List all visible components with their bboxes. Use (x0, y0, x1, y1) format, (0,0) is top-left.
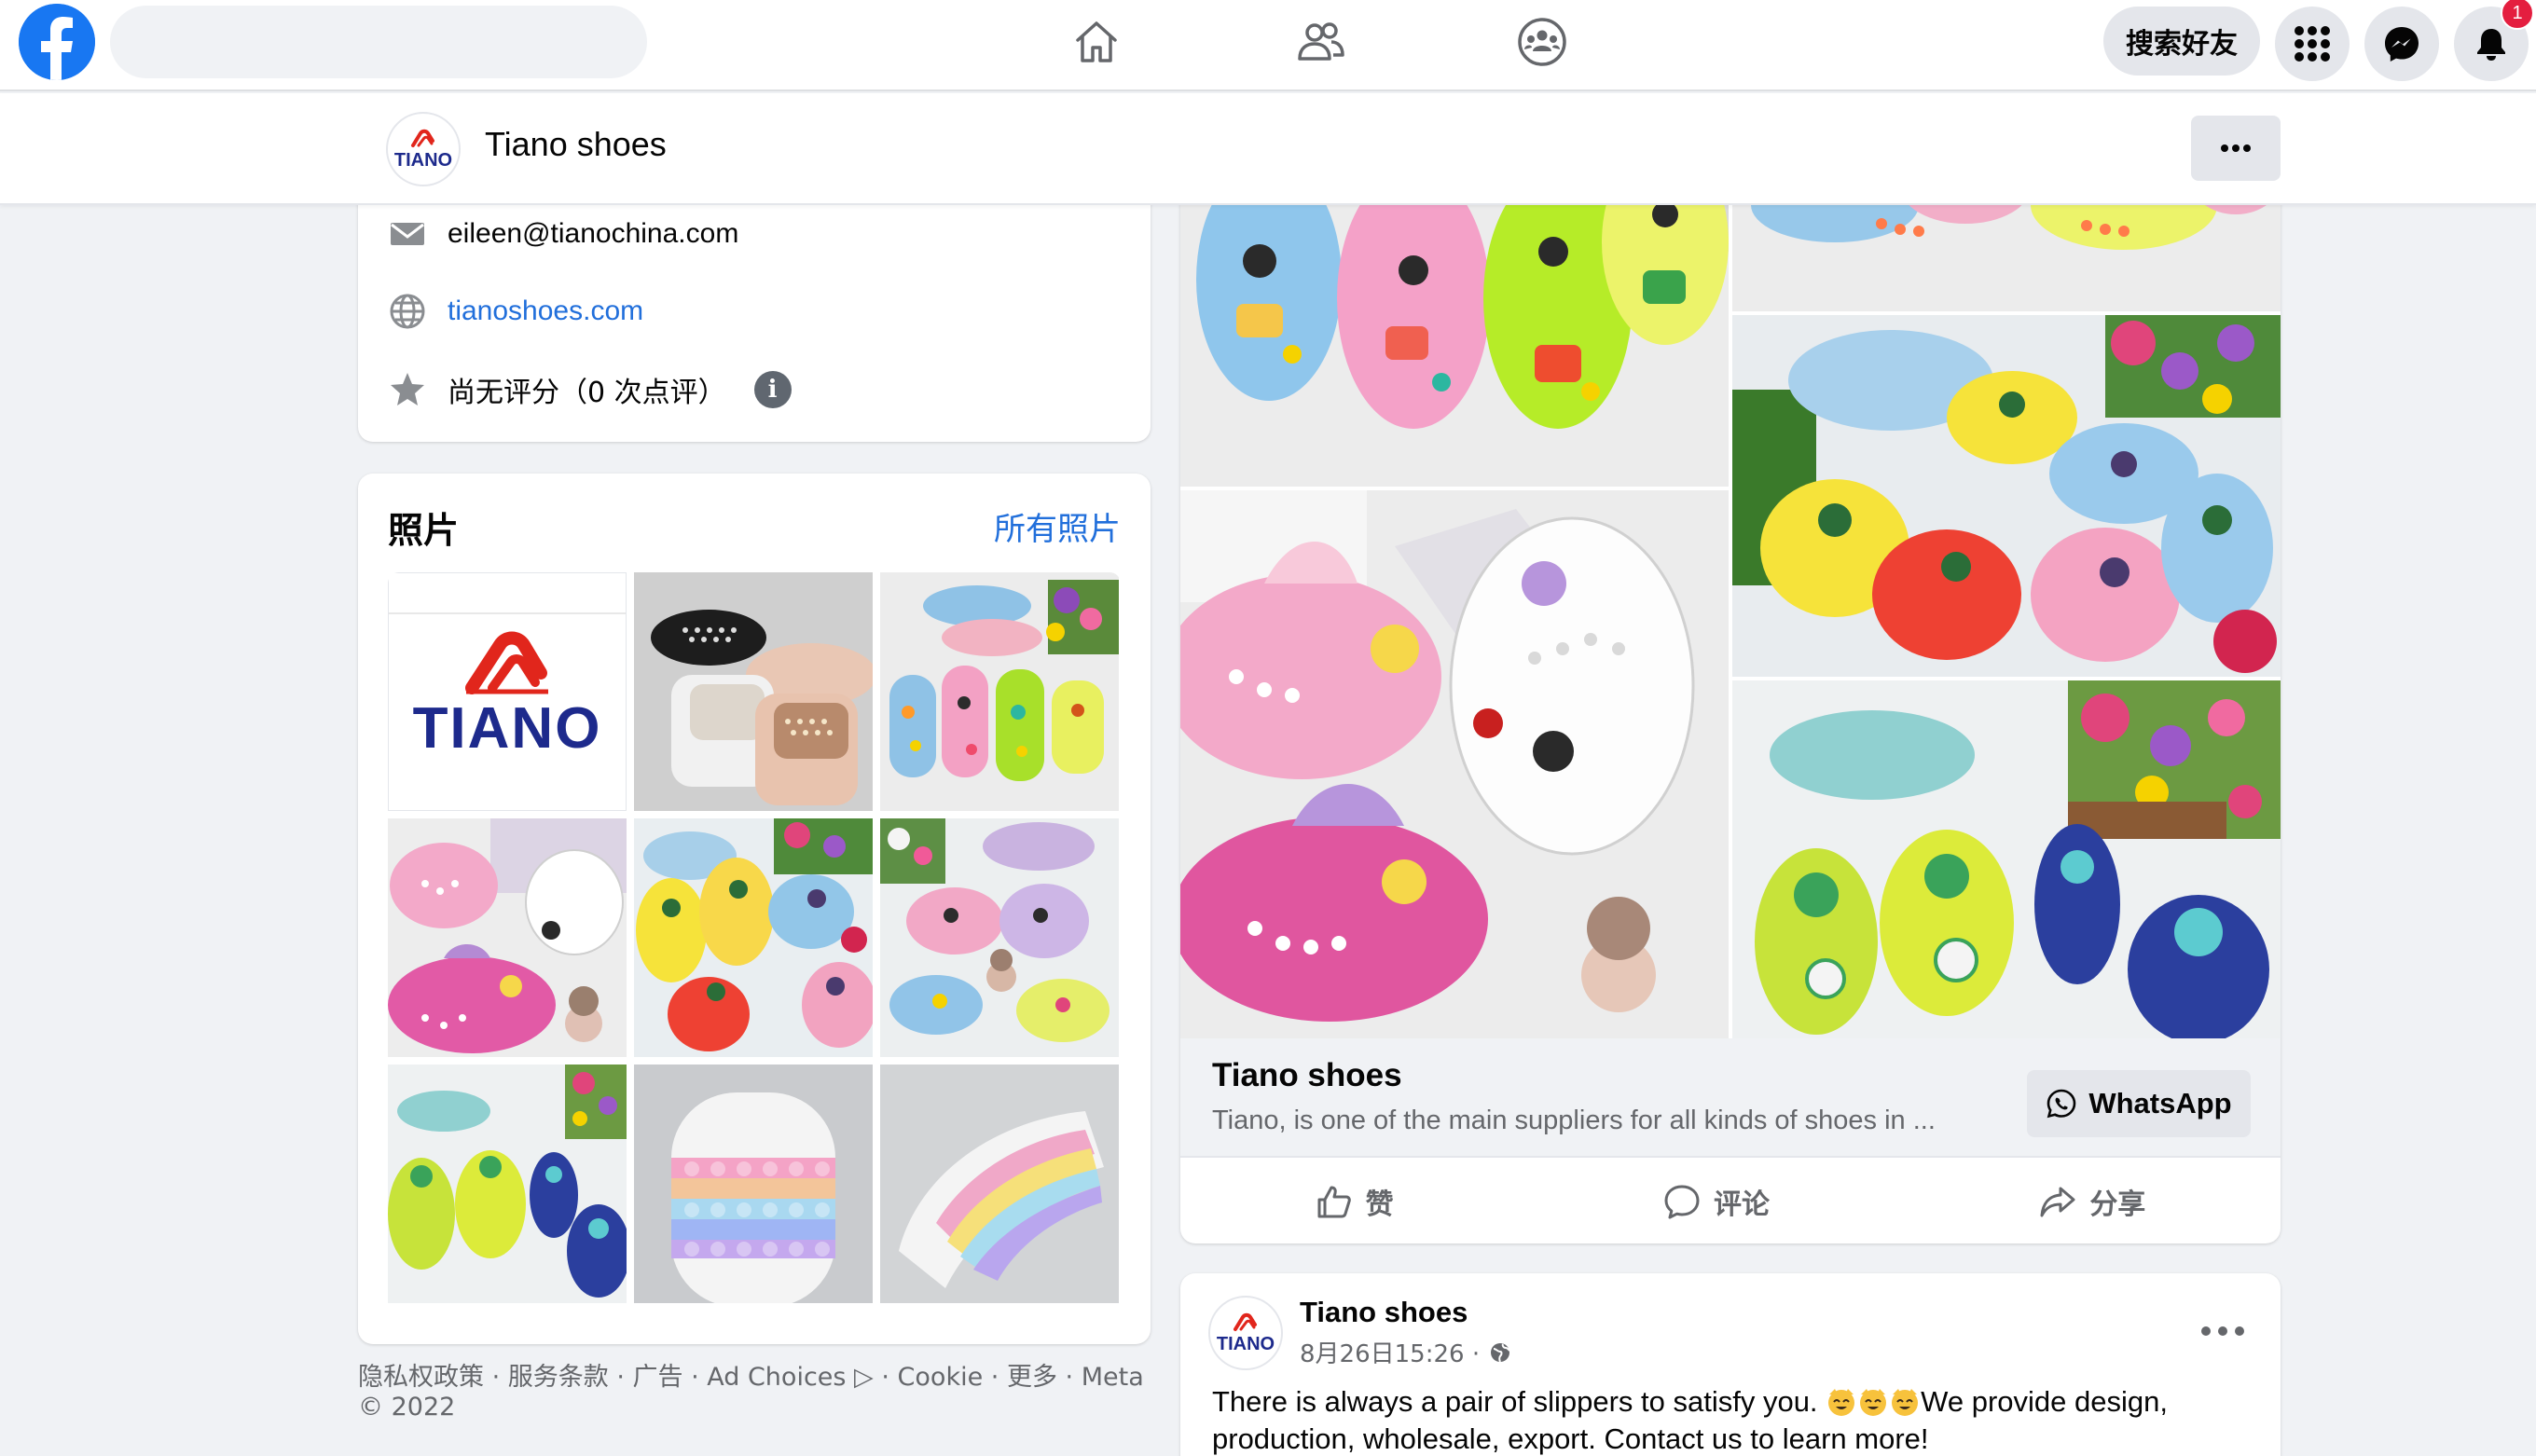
notification-count-badge: 1 (2501, 0, 2534, 30)
page-more-button[interactable] (2191, 116, 2281, 181)
globe-icon (388, 292, 427, 331)
post-author-name[interactable]: Tiano shoes (1300, 1296, 1468, 1329)
photo-thumbnail-rainbow-slide-side[interactable] (880, 1065, 1119, 1303)
comment-icon (1664, 1185, 1700, 1219)
comment-label: 评论 (1713, 1188, 1770, 1221)
photo-thumbnail-pearl-slides[interactable] (634, 572, 873, 811)
post-timestamp-text: 8月26日15:26 · (1300, 1340, 1481, 1368)
photos-card: 照片 所有照片 TIANO (358, 474, 1151, 1344)
grid-menu-icon (2295, 26, 2330, 62)
link-preview[interactable]: Tiano shoes Tiano, is one of the main su… (1180, 1038, 2281, 1158)
smiling-cat-emoji-icon (1892, 1389, 1919, 1416)
logo-wordmark: TIANO (412, 696, 602, 761)
like-button[interactable]: 赞 (1278, 1172, 1431, 1231)
whatsapp-label: WhatsApp (2088, 1087, 2232, 1119)
nav-tab-friends[interactable] (1264, 7, 1376, 76)
search-input[interactable] (110, 6, 647, 78)
facebook-logo-icon[interactable] (19, 4, 95, 80)
page-header-bar: TIANO Tiano shoes (0, 93, 2536, 205)
info-icon[interactable]: i (753, 371, 792, 408)
messenger-icon (2385, 27, 2419, 62)
menu-button[interactable] (2275, 7, 2350, 81)
friends-icon (1298, 22, 1344, 61)
avatar-wordmark: TIANO (393, 150, 453, 171)
photos-heading: 照片 (388, 510, 460, 551)
footer-links[interactable]: 隐私权政策 · 服务条款 · 广告 · Ad Choices ▷ · Cooki… (358, 1363, 1151, 1422)
email-row: eileen@tianochina.com (388, 214, 738, 254)
mail-icon (388, 214, 427, 254)
bell-icon (2477, 29, 2505, 61)
post-card: Tiano shoes Tiano, is one of the main su… (1180, 140, 2281, 1243)
comment-button[interactable]: 评论 (1626, 1172, 1807, 1231)
find-friends-button[interactable]: 搜索好友 (2103, 7, 2260, 76)
avatar-wordmark: TIANO (1216, 1334, 1275, 1354)
smiling-cat-emoji-icon (1860, 1389, 1887, 1416)
nav-tab-groups[interactable] (1486, 7, 1598, 76)
thumbs-up-icon (1317, 1186, 1351, 1218)
post-body-text: There is always a pair of slippers to sa… (1212, 1383, 2256, 1456)
post-options-icon[interactable] (2197, 1322, 2249, 1340)
messenger-button[interactable] (2364, 7, 2439, 81)
page-title[interactable]: Tiano shoes (485, 125, 667, 164)
share-icon (2040, 1187, 2075, 1217)
groups-icon (1518, 18, 1566, 66)
post-photo-unicorn-clogs[interactable] (1180, 490, 1729, 1038)
link-preview-title[interactable]: Tiano shoes (1212, 1057, 1402, 1094)
email-text: eileen@tianochina.com (448, 218, 739, 249)
public-globe-icon (1491, 1342, 1510, 1362)
website-row: tianoshoes.com (388, 292, 643, 331)
whatsapp-button[interactable]: WhatsApp (2027, 1070, 2251, 1137)
tiano-logo-mark (465, 631, 548, 694)
rating-text: 尚无评分（0 次点评） (448, 377, 726, 409)
page-avatar[interactable]: TIANO (386, 112, 461, 186)
post-timestamp[interactable]: 8月26日15:26 · (1300, 1335, 1511, 1369)
photo-thumbnail-owl-clogs[interactable] (634, 818, 873, 1057)
like-label: 赞 (1365, 1188, 1394, 1221)
share-button[interactable]: 分享 (2002, 1172, 2183, 1231)
tiano-logo-mark (1234, 1312, 1257, 1331)
post-photo-owl-clogs[interactable] (1732, 315, 2281, 677)
whatsapp-icon (2047, 1089, 2076, 1119)
post-body-part-1: There is always a pair of slippers to sa… (1212, 1385, 1826, 1418)
post-action-bar: 赞 评论 分享 (1180, 1160, 2281, 1243)
ellipsis-icon (2221, 144, 2251, 152)
tiano-logo-mark (411, 129, 434, 147)
post-author-avatar[interactable]: TIANO (1208, 1296, 1283, 1370)
nav-tab-home[interactable] (1041, 7, 1152, 76)
top-navigation-bar: 搜索好友 1 (0, 0, 2536, 91)
photo-grid: TIANO (388, 572, 1121, 1314)
star-icon (388, 370, 427, 409)
home-icon (1076, 21, 1117, 62)
photo-thumbnail-dino-clogs[interactable] (388, 1065, 627, 1303)
smiling-cat-emoji-icon (1828, 1389, 1855, 1416)
post-image-mosaic[interactable] (1180, 140, 2281, 1038)
link-preview-description: Tiano, is one of the main suppliers for … (1212, 1106, 1936, 1135)
post-photo-dino-clogs[interactable] (1732, 680, 2281, 1038)
photo-thumbnail-clogs-plants[interactable] (880, 572, 1119, 811)
photo-thumbnail-unicorn-clogs[interactable] (388, 818, 627, 1057)
photo-thumbnail-lilac-clogs[interactable] (880, 818, 1119, 1057)
share-label: 分享 (2089, 1188, 2146, 1221)
photo-thumbnail-rainbow-slide[interactable] (634, 1065, 873, 1303)
website-link[interactable]: tianoshoes.com (448, 295, 643, 327)
rating-row: 尚无评分（0 次点评） i (388, 369, 792, 410)
see-all-photos-link[interactable]: 所有照片 (994, 503, 1121, 549)
photo-thumbnail-logo[interactable]: TIANO (388, 572, 627, 811)
second-post-card: TIANO Tiano shoes 8月26日15:26 · There is … (1180, 1273, 2281, 1456)
